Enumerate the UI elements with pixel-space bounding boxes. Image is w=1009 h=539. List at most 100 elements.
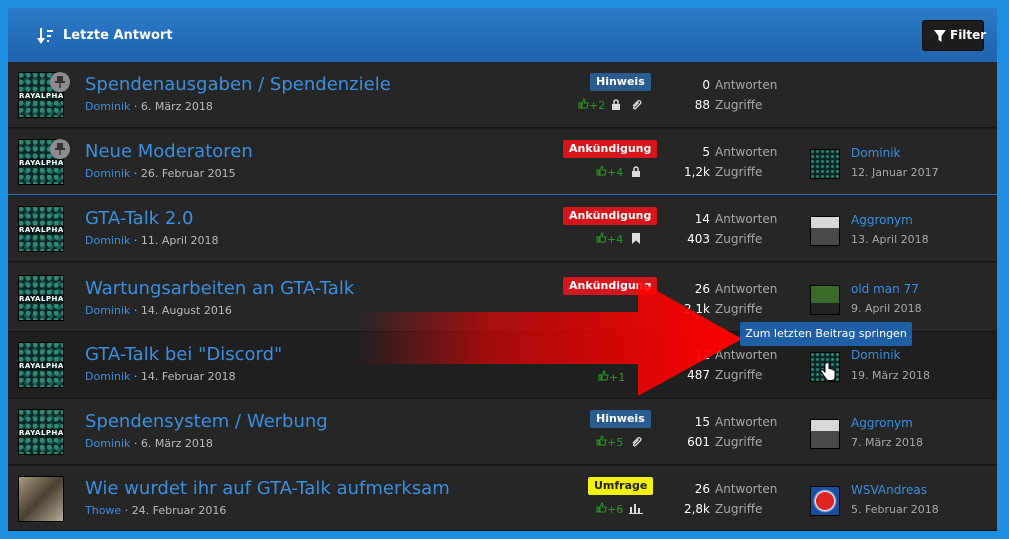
views-count: 2,1k — [683, 302, 710, 316]
last-poster-name[interactable]: Aggronym — [851, 416, 913, 430]
thread-date: 26. Februar 2015 — [140, 167, 236, 180]
thumbs-up-icon — [596, 502, 607, 513]
replies-label: Antworten — [715, 348, 778, 362]
replies-count: 0 — [702, 78, 710, 92]
last-poster-avatar[interactable] — [810, 419, 840, 449]
last-post-date[interactable]: 7. März 2018 — [851, 436, 923, 449]
last-post-date[interactable]: 19. März 2018 — [851, 369, 930, 382]
thread-row[interactable]: Wie wurdet ihr auf GTA-Talk aufmerksam T… — [8, 466, 997, 531]
last-poster-name[interactable]: WSVAndreas — [851, 483, 927, 497]
last-poster-avatar[interactable] — [810, 285, 840, 315]
last-poster-avatar[interactable] — [810, 216, 840, 246]
filter-icon — [934, 30, 946, 42]
views-count: 403 — [687, 232, 710, 246]
paperclip-icon — [632, 437, 642, 447]
views-label: Zugriffe — [715, 435, 763, 449]
replies-label: Antworten — [715, 145, 778, 159]
thread-meta: Dominik · 11. April 2018 — [85, 234, 219, 247]
likes-count: +1 — [598, 370, 625, 384]
replies-label: Antworten — [715, 78, 778, 92]
thread-title[interactable]: Wartungsarbeiten an GTA-Talk — [85, 278, 354, 299]
last-poster-avatar[interactable] — [810, 149, 840, 179]
thread-date: 6. März 2018 — [140, 100, 213, 113]
prefix-badge[interactable]: Hinweis — [590, 410, 651, 428]
replies-label: Antworten — [715, 282, 778, 296]
thread-date: 14. August 2016 — [140, 304, 232, 317]
views-label: Zugriffe — [715, 232, 763, 246]
filter-button[interactable]: Filter — [922, 20, 986, 51]
thumbs-up-icon — [596, 165, 607, 176]
thumbs-up-icon — [598, 370, 609, 381]
last-poster-avatar[interactable] — [810, 486, 840, 516]
paperclip-icon — [632, 100, 642, 110]
replies-label: Antworten — [715, 212, 778, 226]
thread-row[interactable]: RAYALPHA Spendenausgaben / Spendenziele … — [8, 62, 997, 128]
thread-meta: Dominik · 26. Februar 2015 — [85, 167, 236, 180]
last-poster-name[interactable]: Dominik — [851, 348, 901, 362]
thread-row[interactable]: RAYALPHA Spendensystem / Werbung Dominik… — [8, 399, 997, 465]
prefix-badge[interactable]: Ankündigung — [563, 207, 658, 225]
last-post-date[interactable]: 5. Februar 2018 — [851, 503, 939, 516]
last-post-date[interactable]: 9. April 2018 — [851, 302, 922, 315]
list-header: Letzte Antwort Filter — [8, 8, 997, 62]
prefix-badge[interactable]: Ankündigung — [563, 140, 658, 158]
thread-meta: Thowe · 24. Februar 2016 — [85, 504, 227, 517]
last-poster-name[interactable]: Dominik — [851, 146, 901, 160]
views-count: 88 — [694, 98, 710, 112]
replies-count: 12 — [694, 348, 710, 362]
views-count: 601 — [687, 435, 710, 449]
thread-row[interactable]: RAYALPHA Neue Moderatoren Dominik · 26. … — [8, 129, 997, 195]
jump-to-last-post-tooltip: Zum letzten Beitrag springen — [740, 322, 912, 346]
thread-author[interactable]: Dominik — [85, 167, 130, 180]
pin-icon — [50, 72, 70, 92]
thread-author[interactable]: Dominik — [85, 304, 130, 317]
views-label: Zugriffe — [715, 98, 763, 112]
author-avatar[interactable]: RAYALPHA — [18, 206, 64, 252]
sort-icon[interactable] — [37, 27, 53, 45]
thread-title[interactable]: Neue Moderatoren — [85, 141, 253, 162]
last-post-date[interactable]: 12. Januar 2017 — [851, 166, 939, 179]
likes-count: +2 — [578, 98, 605, 112]
prefix-badge[interactable]: Umfrage — [588, 477, 654, 495]
thread-meta: Dominik · 14. Februar 2018 — [85, 370, 236, 383]
replies-count: 26 — [694, 282, 710, 296]
thread-author[interactable]: Dominik — [85, 437, 130, 450]
author-avatar[interactable] — [18, 476, 64, 522]
hand-cursor-icon — [820, 362, 836, 381]
pin-icon — [50, 139, 70, 159]
thumbs-up-icon — [578, 98, 589, 109]
thread-author[interactable]: Dominik — [85, 234, 130, 247]
thread-author[interactable]: Dominik — [85, 370, 130, 383]
replies-count: 5 — [702, 145, 710, 159]
lock-icon — [632, 166, 640, 177]
thread-title[interactable]: Spendensystem / Werbung — [85, 411, 328, 432]
thread-meta: Dominik · 6. März 2018 — [85, 100, 213, 113]
thumbs-up-icon — [596, 435, 607, 446]
views-label: Zugriffe — [715, 502, 763, 516]
author-avatar[interactable]: RAYALPHA — [18, 409, 64, 455]
thread-author[interactable]: Thowe — [85, 504, 121, 517]
last-poster-name[interactable]: Aggronym — [851, 213, 913, 227]
thread-author[interactable]: Dominik — [85, 100, 130, 113]
thumbs-up-icon — [596, 232, 607, 243]
prefix-badge[interactable]: Ankündigung — [563, 277, 658, 295]
thread-title[interactable]: GTA-Talk 2.0 — [85, 208, 193, 229]
thread-meta: Dominik · 6. März 2018 — [85, 437, 213, 450]
thread-title[interactable]: GTA-Talk bei "Discord" — [85, 344, 282, 365]
last-poster-name[interactable]: old man 77 — [851, 282, 919, 296]
thread-meta: Dominik · 14. August 2016 — [85, 304, 232, 317]
prefix-badge[interactable]: Hinweis — [590, 73, 651, 91]
poll-icon — [629, 504, 643, 514]
views-label: Zugriffe — [715, 165, 763, 179]
last-post-date[interactable]: 13. April 2018 — [851, 233, 929, 246]
thread-row[interactable]: RAYALPHA GTA-Talk 2.0 Dominik · 11. Apri… — [8, 196, 997, 262]
views-label: Zugriffe — [715, 368, 763, 382]
author-avatar[interactable]: RAYALPHA — [18, 342, 64, 388]
replies-label: Antworten — [715, 415, 778, 429]
likes-count: +6 — [596, 502, 623, 516]
author-avatar[interactable]: RAYALPHA — [18, 275, 64, 321]
thread-title[interactable]: Spendenausgaben / Spendenziele — [85, 74, 391, 95]
thread-title[interactable]: Wie wurdet ihr auf GTA-Talk aufmerksam — [85, 478, 450, 499]
sort-label[interactable]: Letzte Antwort — [63, 28, 173, 43]
replies-count: 26 — [694, 482, 710, 496]
